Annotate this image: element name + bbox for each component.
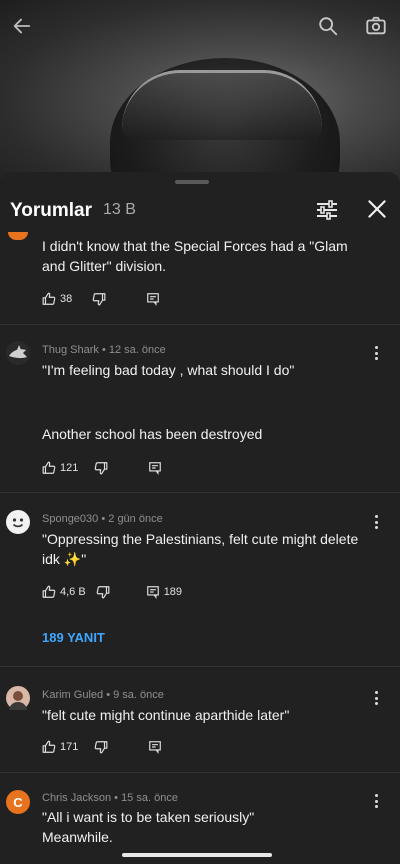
- reply-count: 189: [163, 586, 183, 598]
- comment-text: "felt cute might continue aparthide late…: [42, 707, 290, 723]
- reply-button[interactable]: 189: [146, 585, 182, 599]
- comment-time: 12 sa. önce: [108, 344, 166, 356]
- thumbs-down-icon: [96, 586, 110, 599]
- drag-handle[interactable]: [175, 180, 209, 184]
- avatar[interactable]: [8, 232, 28, 240]
- comment-text: "I'm feeling bad today , what should I d…: [42, 362, 295, 378]
- comment-text: "Oppressing the Palestinians, felt cute …: [42, 531, 359, 567]
- comment-meta: Sponge030 • 2 gün önce: [42, 513, 163, 525]
- dislike-button[interactable]: [92, 292, 106, 306]
- reply-icon: [147, 293, 160, 306]
- thumbs-up-icon: [42, 292, 56, 305]
- search-icon: [319, 17, 338, 36]
- reply-button[interactable]: [148, 461, 162, 475]
- like-button[interactable]: 121: [42, 461, 78, 475]
- avatar-letter: C: [13, 794, 23, 810]
- filter-button[interactable]: [314, 198, 342, 224]
- comments-title: Yorumlar: [10, 200, 93, 221]
- dislike-button[interactable]: [94, 461, 108, 475]
- like-count: 121: [60, 462, 79, 474]
- video-frame-visor: [122, 70, 322, 140]
- comment-actions: 38: [42, 290, 160, 308]
- comment-text-line2: Another school has been destroyed: [42, 426, 263, 442]
- comment-meta: Karim Guled • 9 sa. önce: [42, 689, 164, 701]
- view-replies-button[interactable]: 189 YANIT: [42, 630, 105, 645]
- reply-icon: [146, 586, 159, 599]
- close-icon: [368, 200, 386, 218]
- like-count: 38: [60, 293, 73, 305]
- more-options-button[interactable]: [368, 343, 384, 363]
- close-button[interactable]: [364, 196, 392, 224]
- comment-author[interactable]: Thug Shark: [42, 344, 99, 356]
- comment-item: I didn't know that the Special Forces ha…: [0, 230, 400, 330]
- comment-actions: 171: [42, 738, 162, 756]
- reply-icon: [149, 741, 162, 754]
- video-player[interactable]: [0, 0, 400, 182]
- comments-count: 13 B: [103, 201, 136, 218]
- comment-author[interactable]: Chris Jackson: [42, 792, 111, 804]
- comments-header: Yorumlar 13 B: [0, 190, 400, 232]
- comment-time: 9 sa. önce: [113, 689, 164, 701]
- reply-icon: [149, 462, 162, 475]
- comment-time: 15 sa. önce: [121, 792, 178, 804]
- reply-button[interactable]: [148, 740, 162, 754]
- arrow-left-icon: [13, 18, 31, 34]
- avatar[interactable]: C: [6, 790, 30, 814]
- thumbs-down-icon: [95, 462, 108, 475]
- like-button[interactable]: 38: [42, 292, 72, 306]
- dislike-button[interactable]: [94, 740, 108, 754]
- like-button[interactable]: 4,6 B: [42, 585, 86, 599]
- avatar[interactable]: [6, 510, 30, 534]
- divider: [0, 772, 400, 773]
- shark-avatar-icon: [9, 345, 27, 359]
- search-button[interactable]: [314, 12, 342, 40]
- divider: [0, 666, 400, 667]
- more-options-button[interactable]: [368, 512, 384, 532]
- comment-actions: 4,6 B 189: [42, 583, 182, 601]
- comment-item: Thug Shark • 12 sa. önce "I'm feeling ba…: [0, 337, 400, 487]
- dislike-button[interactable]: [96, 585, 110, 599]
- person-avatar-icon: [9, 691, 27, 710]
- filter-icon: [317, 200, 337, 220]
- avatar[interactable]: [6, 341, 30, 365]
- comments-sheet: Yorumlar 13 B I didn't know that the Spe…: [0, 172, 400, 864]
- comment-time: 2 gün önce: [108, 513, 163, 525]
- like-button[interactable]: 171: [42, 740, 78, 754]
- camera-icon: [366, 16, 386, 35]
- more-options-button[interactable]: [368, 688, 384, 708]
- home-indicator[interactable]: [122, 853, 272, 857]
- comment-author[interactable]: Karim Guled: [42, 689, 103, 701]
- like-count: 171: [60, 741, 79, 753]
- divider: [0, 324, 400, 325]
- divider: [0, 492, 400, 493]
- smiley-avatar-icon: [12, 518, 24, 528]
- more-options-button[interactable]: [368, 791, 384, 811]
- thumbs-up-icon: [42, 740, 56, 753]
- like-count: 4,6 B: [60, 586, 86, 598]
- comment-text-line2: Meanwhile.: [42, 829, 113, 845]
- comment-item: Karim Guled • 9 sa. önce "felt cute migh…: [0, 682, 400, 782]
- comment-meta: Thug Shark • 12 sa. önce: [42, 344, 166, 356]
- comment-item: Sponge030 • 2 gün önce "Oppressing the P…: [0, 506, 400, 656]
- thumbs-up-icon: [42, 461, 56, 474]
- back-button[interactable]: [8, 12, 36, 40]
- reply-button[interactable]: [146, 292, 160, 306]
- thumbs-up-icon: [42, 585, 56, 598]
- comment-text: "All i want is to be taken seriously": [42, 809, 255, 825]
- comment-actions: 121: [42, 459, 162, 477]
- thumbs-down-icon: [92, 293, 106, 306]
- comment-meta: Chris Jackson • 15 sa. önce: [42, 792, 178, 804]
- comment-text: I didn't know that the Special Forces ha…: [42, 238, 348, 274]
- comment-author[interactable]: Sponge030: [42, 513, 98, 525]
- thumbs-down-icon: [95, 741, 108, 754]
- camera-button[interactable]: [362, 12, 390, 40]
- avatar[interactable]: [6, 686, 30, 710]
